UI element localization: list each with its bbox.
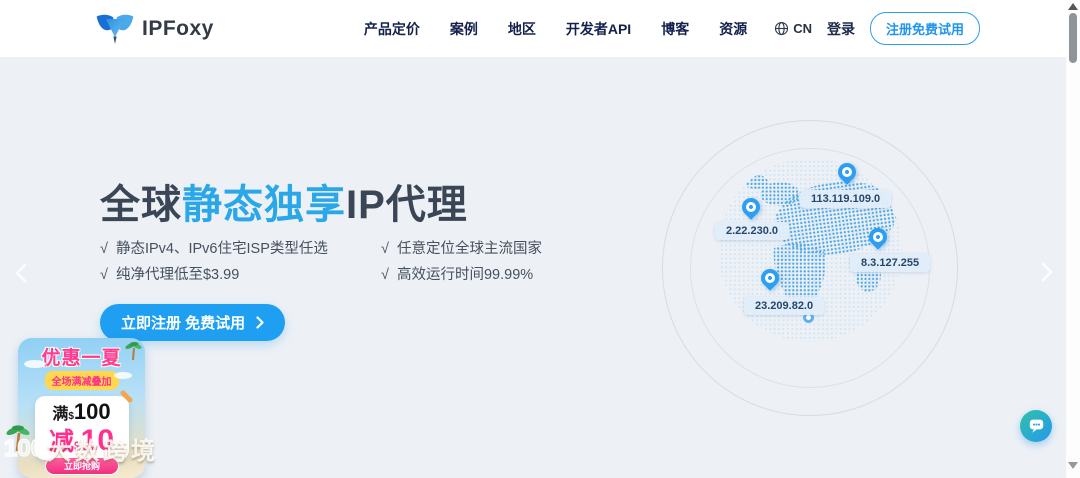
menu-item-blog[interactable]: 博客 <box>661 19 689 39</box>
feature-item: √ 纯净代理低至$3.99 <box>100 263 355 289</box>
chat-bubble-icon <box>1029 419 1043 433</box>
feature-column-right: √ 任意定位全球主流国家 √ 高效运行时间99.99% <box>381 237 542 289</box>
carousel-next-arrow[interactable] <box>1038 261 1056 283</box>
cloud-decoration <box>24 360 46 368</box>
ip-address-label: 8.3.127.255 <box>850 254 931 272</box>
ip-address-label: 113.119.109.0 <box>800 190 892 208</box>
chevron-right-icon <box>256 316 264 329</box>
discount-label: 减 <box>48 428 74 456</box>
feature-column-left: √ 静态IPv4、IPv6住宅ISP类型任选 √ 纯净代理低至$3.99 <box>100 237 355 289</box>
check-icon: √ <box>100 267 108 283</box>
menu-item-resources[interactable]: 资源 <box>719 19 747 39</box>
threshold-amount: 100 <box>73 399 111 424</box>
globe-icon <box>775 21 789 36</box>
feature-item: √ 任意定位全球主流国家 <box>381 237 542 263</box>
feature-item: √ 高效运行时间99.99% <box>381 263 542 289</box>
main-menu: 产品定价 案例 地区 开发者API 博客 资源 <box>364 19 747 39</box>
menu-item-cases[interactable]: 案例 <box>450 19 478 39</box>
login-link[interactable]: 登录 <box>827 19 855 39</box>
promo-cta-button[interactable]: 立即抢购 <box>45 457 119 475</box>
brand-name: IPFoxy <box>142 16 214 40</box>
page-title: 全球静态独享IP代理 <box>100 172 468 230</box>
feature-text: 纯净代理低至$3.99 <box>115 267 240 283</box>
globe-illustration: 113.119.109.0 2.22.230.0 8.3.127.255 23.… <box>660 118 960 418</box>
cta-label: 立即注册 免费试用 <box>121 315 246 332</box>
register-trial-button[interactable]: 立即注册 免费试用 <box>100 304 286 341</box>
ip-address-label: 23.209.82.0 <box>744 297 825 315</box>
language-label: CN <box>793 21 812 36</box>
ip-address-label: 2.22.230.0 <box>715 222 789 240</box>
scrollbar-thumb[interactable] <box>1069 13 1077 63</box>
brand-logo[interactable]: IPFoxy <box>95 12 214 46</box>
menu-item-pricing[interactable]: 产品定价 <box>364 19 420 39</box>
hero-section: 全球静态独享IP代理 √ 静态IPv4、IPv6住宅ISP类型任选 √ 纯净代理… <box>0 57 1066 478</box>
title-highlight: 静态独享 <box>182 183 346 227</box>
discount-amount: 10 <box>80 424 115 457</box>
check-icon: √ <box>381 267 389 283</box>
menu-item-dev-api[interactable]: 开发者API <box>566 19 631 39</box>
title-prefix: 全球 <box>100 183 182 227</box>
menu-item-regions[interactable]: 地区 <box>508 19 536 39</box>
scrollbar[interactable] <box>1066 0 1080 478</box>
signup-trial-button[interactable]: 注册免费试用 <box>869 12 980 45</box>
title-suffix: IP代理 <box>346 183 468 227</box>
palm-tree-icon <box>125 341 142 361</box>
check-icon: √ <box>381 241 389 257</box>
ipfoxy-homepage: 全球静态独享IP代理 √ 静态IPv4、IPv6住宅ISP类型任选 √ 纯净代理… <box>0 0 1080 478</box>
language-switcher[interactable]: CN <box>774 21 812 36</box>
feature-text: 静态IPv4、IPv6住宅ISP类型任选 <box>115 241 328 257</box>
scrollbar-up-arrow[interactable] <box>1068 3 1078 10</box>
threshold-label: 满 <box>52 406 69 423</box>
promo-coupon-card: 满$100 减$10 <box>34 389 134 460</box>
feature-text: 高效运行时间99.99% <box>396 267 534 283</box>
currency-symbol: $ <box>73 439 81 453</box>
feature-item: √ 静态IPv4、IPv6住宅ISP类型任选 <box>100 237 355 263</box>
nav-right-controls: CN 登录 注册免费试用 <box>774 12 980 45</box>
feature-list: √ 静态IPv4、IPv6住宅ISP类型任选 √ 纯净代理低至$3.99 √ 任… <box>100 237 542 289</box>
carousel-prev-arrow[interactable] <box>12 262 30 284</box>
top-navbar: IPFoxy 产品定价 案例 地区 开发者API 博客 资源 CN 登录 注册免… <box>0 0 1080 57</box>
feature-text: 任意定位全球主流国家 <box>396 241 542 257</box>
fox-logo-icon <box>96 14 134 44</box>
cloud-decoration <box>114 372 132 379</box>
promo-subtitle: 全场满减叠加 <box>44 371 119 390</box>
check-icon: √ <box>100 241 108 257</box>
scrollbar-down-arrow[interactable] <box>1068 462 1078 469</box>
palm-tree-icon <box>6 425 30 452</box>
live-chat-button[interactable] <box>1020 410 1052 442</box>
